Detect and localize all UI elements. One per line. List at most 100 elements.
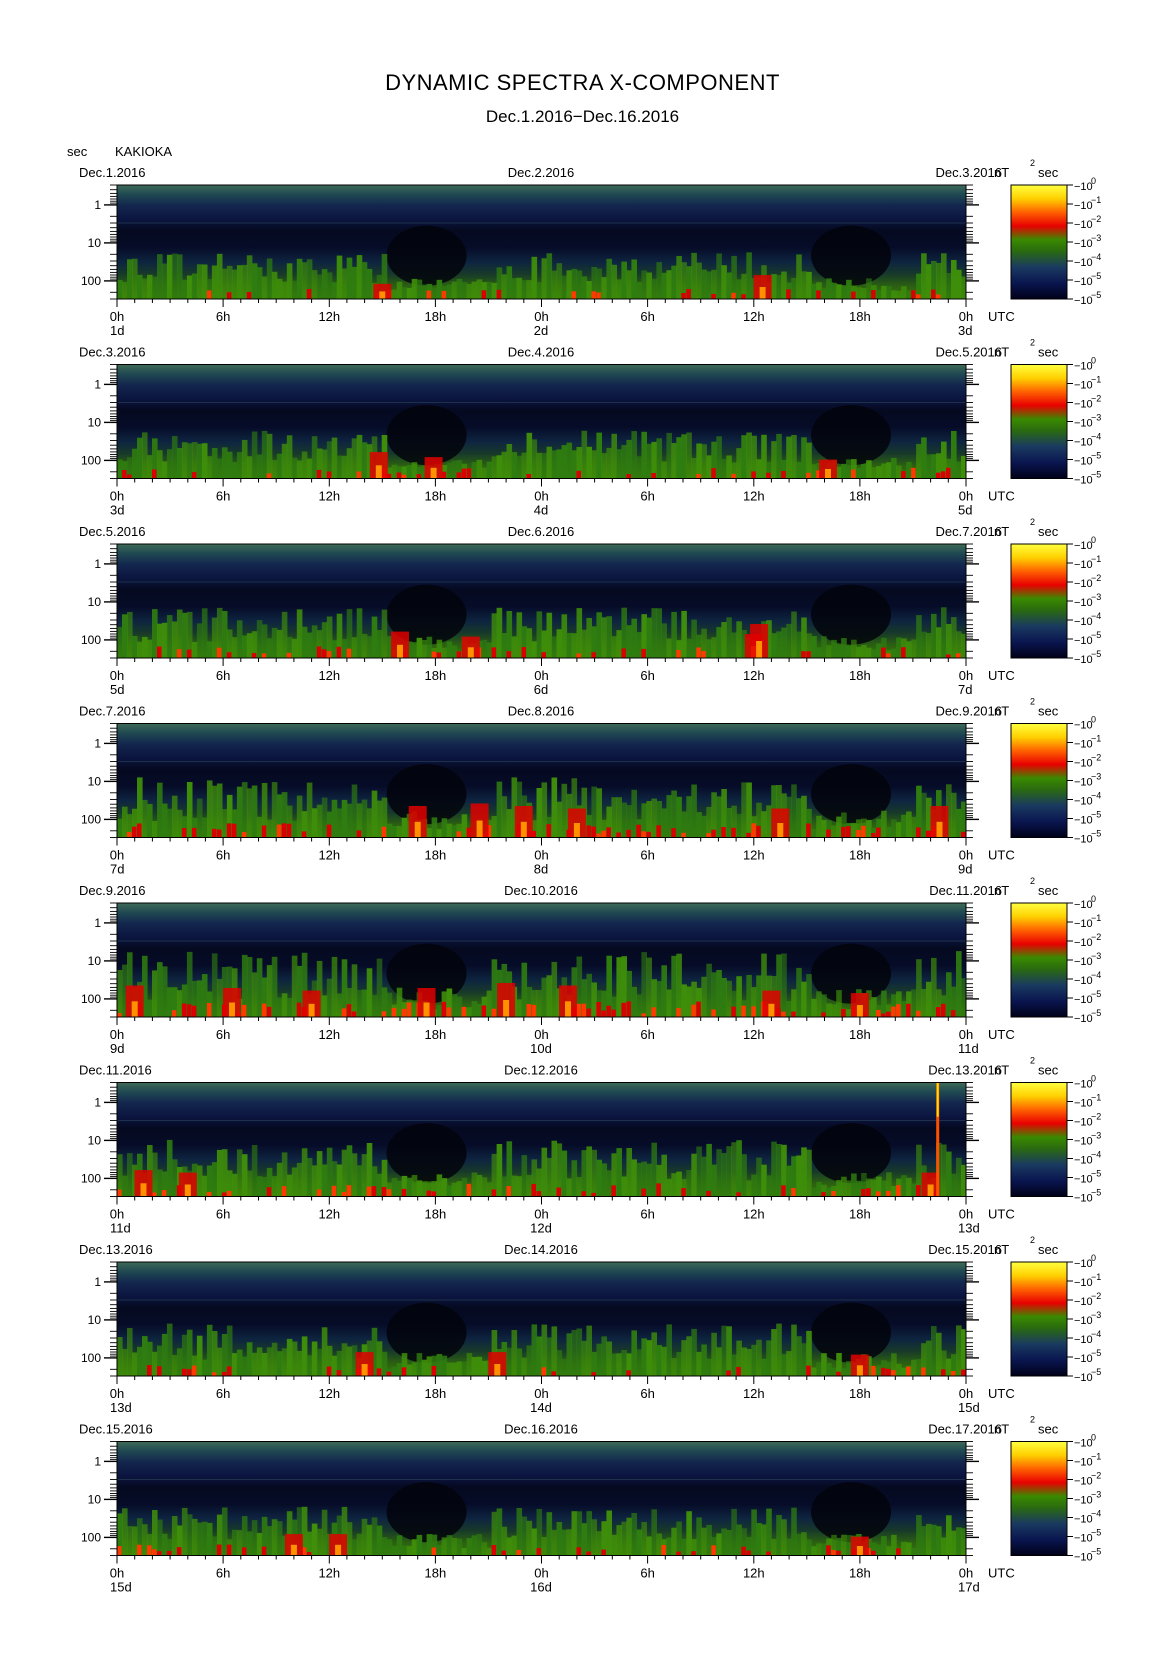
colorbar-tick-base: −10 bbox=[1074, 1174, 1093, 1186]
activity-column bbox=[471, 281, 478, 299]
activity-column bbox=[591, 982, 597, 1017]
high-power-event bbox=[284, 1534, 303, 1556]
activity-column bbox=[446, 1362, 453, 1376]
activity-column bbox=[551, 270, 558, 299]
activity-column bbox=[876, 466, 882, 479]
activity-column bbox=[911, 639, 917, 658]
spectrogram-body bbox=[117, 761, 966, 838]
activity-column bbox=[516, 455, 523, 479]
activity-column bbox=[631, 1330, 637, 1376]
activity-column bbox=[741, 630, 747, 658]
activity-column bbox=[726, 617, 732, 658]
high-power-speckle bbox=[826, 1545, 831, 1556]
activity-column bbox=[456, 1361, 463, 1376]
colorbar-tick-exponent: −3 bbox=[1091, 233, 1101, 243]
activity-column bbox=[771, 1329, 777, 1376]
high-power-event-core bbox=[467, 647, 474, 658]
y-tick-label: 100 bbox=[81, 274, 101, 288]
activity-column bbox=[651, 441, 657, 479]
activity-column bbox=[266, 258, 273, 299]
activity-column bbox=[366, 268, 373, 299]
activity-column bbox=[216, 783, 223, 838]
activity-column bbox=[511, 452, 518, 479]
activity-column bbox=[941, 607, 947, 658]
activity-column bbox=[676, 256, 682, 299]
activity-column bbox=[316, 1348, 323, 1376]
activity-column bbox=[701, 628, 707, 658]
day-label-middle: 12d bbox=[530, 1221, 552, 1236]
high-power-speckle bbox=[926, 830, 931, 838]
activity-column bbox=[946, 273, 952, 299]
activity-column bbox=[821, 288, 827, 299]
activity-column bbox=[876, 643, 882, 658]
activity-column bbox=[306, 994, 313, 1017]
colorbar-tick-exponent: −1 bbox=[1091, 1452, 1101, 1462]
high-power-speckle bbox=[596, 1002, 601, 1017]
spectrogram-body bbox=[117, 581, 966, 658]
activity-column bbox=[621, 802, 627, 838]
activity-column bbox=[916, 443, 922, 479]
activity-column bbox=[761, 953, 767, 1017]
activity-column bbox=[191, 1518, 198, 1556]
activity-column bbox=[386, 1368, 393, 1376]
activity-column bbox=[786, 796, 792, 838]
activity-column bbox=[142, 278, 148, 299]
high-power-speckle bbox=[766, 472, 771, 479]
activity-column bbox=[506, 266, 513, 299]
activity-column bbox=[626, 270, 632, 299]
activity-column bbox=[776, 631, 782, 658]
colorbar-unit-sec: sec bbox=[1038, 165, 1059, 180]
x-tick-label: 12h bbox=[743, 1386, 765, 1401]
activity-column bbox=[866, 460, 872, 479]
activity-column bbox=[416, 1180, 423, 1197]
activity-column bbox=[241, 1516, 248, 1556]
activity-column bbox=[601, 617, 607, 658]
activity-column bbox=[731, 255, 737, 299]
activity-column bbox=[496, 1349, 503, 1376]
activity-column bbox=[276, 1162, 283, 1197]
day-label-middle: 16d bbox=[530, 1580, 552, 1595]
x-unit-label: UTC bbox=[988, 489, 1015, 504]
activity-column bbox=[276, 278, 283, 299]
activity-column bbox=[756, 1523, 762, 1556]
high-power-speckle bbox=[641, 648, 646, 658]
activity-column bbox=[351, 964, 358, 1017]
panel-frame bbox=[116, 543, 967, 659]
high-power-speckle bbox=[656, 825, 661, 838]
high-power-speckle bbox=[806, 472, 811, 479]
activity-column bbox=[361, 1518, 368, 1556]
activity-column bbox=[746, 1180, 752, 1197]
activity-column bbox=[821, 468, 827, 479]
y-tick-label: 10 bbox=[88, 415, 102, 429]
x-unit-label: UTC bbox=[988, 1386, 1015, 1401]
x-tick-label: 6h bbox=[216, 1027, 230, 1042]
x-unit-label: UTC bbox=[988, 1566, 1015, 1581]
activity-column bbox=[406, 1545, 413, 1556]
activity-column bbox=[366, 968, 373, 1017]
activity-column bbox=[231, 462, 238, 479]
activity-column bbox=[291, 955, 298, 1017]
high-power-speckle bbox=[856, 1370, 861, 1376]
activity-column bbox=[626, 805, 632, 838]
activity-column bbox=[506, 971, 513, 1017]
high-power-speckle bbox=[936, 1007, 941, 1017]
activity-column bbox=[656, 801, 662, 838]
activity-column bbox=[951, 260, 957, 299]
activity-column bbox=[306, 458, 313, 479]
activity-column bbox=[681, 1179, 687, 1197]
colorbar-tick-base: −10 bbox=[1074, 257, 1093, 269]
activity-column bbox=[366, 636, 373, 658]
activity-column bbox=[676, 640, 682, 658]
activity-column bbox=[157, 782, 163, 838]
x-tick-label: 6h bbox=[640, 489, 654, 504]
activity-column bbox=[746, 1536, 752, 1556]
activity-column bbox=[321, 1509, 328, 1556]
activity-column bbox=[646, 957, 652, 1017]
activity-column bbox=[391, 1178, 398, 1197]
activity-column bbox=[666, 989, 672, 1017]
activity-column bbox=[701, 269, 707, 299]
activity-column bbox=[671, 443, 677, 479]
activity-column bbox=[186, 611, 193, 658]
colorbar-tick-exponent: 0 bbox=[1091, 715, 1096, 725]
high-power-speckle bbox=[306, 289, 312, 299]
